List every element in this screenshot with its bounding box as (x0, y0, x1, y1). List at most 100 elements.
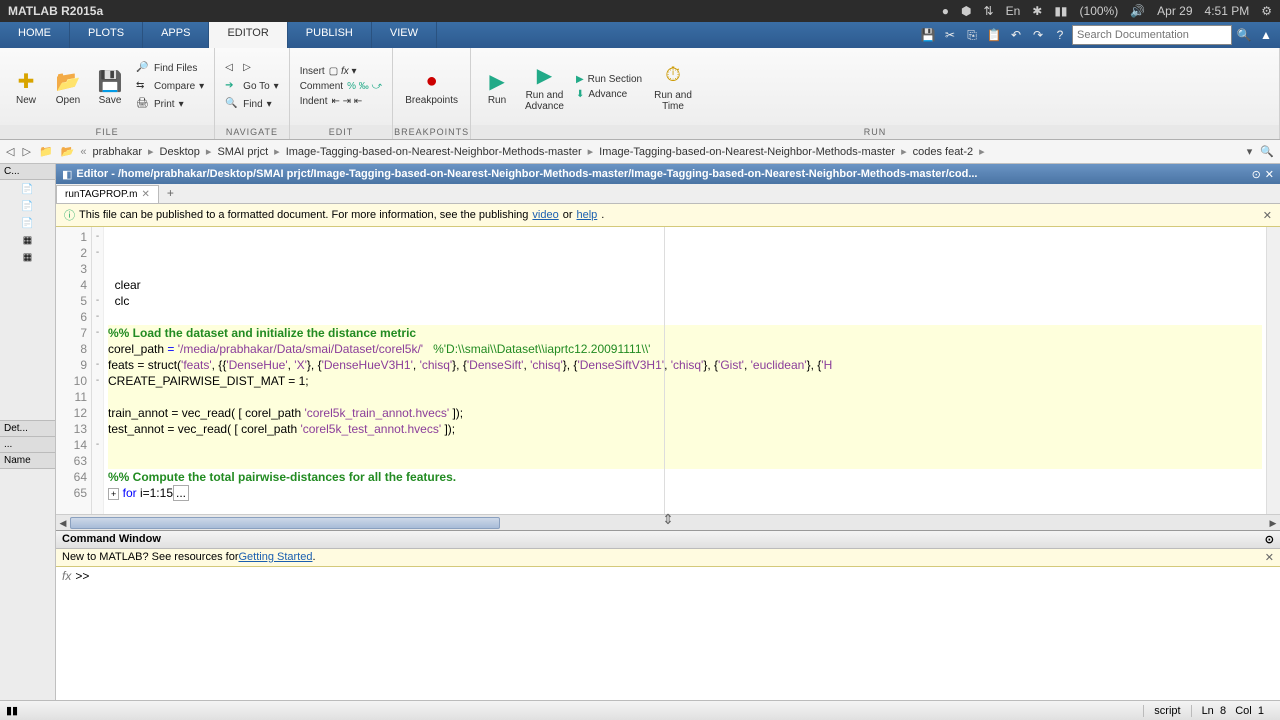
nav-dropdown-icon[interactable]: ▾ (1245, 143, 1255, 160)
ribbon-group-file: ✚New 📂Open 💾Save 🔎Find Files ⇆Compare▾ 🖨… (0, 48, 215, 139)
run-time-button[interactable]: ⏱Run and Time (648, 60, 698, 114)
status-bar: ▮▮ script Ln 8 Col 1 (0, 700, 1280, 720)
tab-apps[interactable]: APPS (143, 22, 209, 48)
paste-icon[interactable]: 📋 (984, 25, 1004, 45)
nav-fwd-icon[interactable]: ▷ (20, 143, 32, 160)
clock-date: Apr 29 (1157, 4, 1192, 18)
file-type-indicator: script (1143, 705, 1190, 717)
new-button[interactable]: ✚New (6, 65, 46, 108)
folder-icon[interactable]: 📄 (21, 218, 33, 229)
minimize-ribbon-icon[interactable]: ▲ (1256, 25, 1276, 45)
nav-back-icon[interactable]: ◁ (4, 143, 16, 160)
horizontal-scrollbar[interactable]: ◀ ▶ ⇕ (56, 514, 1280, 530)
close-tab-icon[interactable]: ✕ (141, 189, 149, 200)
command-input[interactable]: fx>> (56, 567, 1280, 700)
find-button[interactable]: 🔍Find▾ (221, 97, 283, 113)
left-panel: C... 📄 📄 📄 ▦ ▦ Det... ... Name (0, 164, 56, 700)
getting-started-link[interactable]: Getting Started (238, 551, 312, 564)
tab-home[interactable]: HOME (0, 22, 70, 48)
tab-editor[interactable]: EDITOR (209, 22, 287, 48)
run-section-button[interactable]: ▶Run Section (572, 73, 646, 86)
search-icon[interactable]: 🔍 (1234, 25, 1254, 45)
breadcrumb[interactable]: Image-Tagging-based-on-Nearest-Neighbor-… (284, 146, 584, 158)
breadcrumb[interactable]: SMAI prjct (215, 146, 270, 158)
help-quick-icon[interactable]: ? (1050, 25, 1070, 45)
editor-titlebar: ◧ Editor - /home/prabhakar/Desktop/SMAI … (56, 164, 1280, 184)
ribbon-group-breakpoints: ●Breakpoints BREAKPOINTS (393, 48, 471, 139)
tab-plots[interactable]: PLOTS (70, 22, 143, 48)
info-help-link[interactable]: help (577, 209, 598, 221)
breakpoint-gutter[interactable]: -- --- -- - (92, 227, 104, 514)
new-tab-button[interactable]: + (159, 184, 182, 203)
panel-icon[interactable]: ◧ (62, 168, 72, 181)
nav-search-icon[interactable]: 🔍 (1258, 143, 1276, 160)
search-input[interactable] (1072, 25, 1232, 45)
indent-button[interactable]: Indent ⇤ ⇥ ⇤ (296, 95, 387, 108)
advance-button[interactable]: ⬇Advance (572, 88, 646, 101)
battery-pct: (100%) (1080, 4, 1119, 18)
find-files-button[interactable]: 🔎Find Files (132, 61, 208, 77)
busy-indicator: ▮▮ (6, 704, 18, 717)
breadcrumb[interactable]: Image-Tagging-based-on-Nearest-Neighbor-… (597, 146, 897, 158)
sync-icon: ⇅ (984, 4, 994, 18)
open-button[interactable]: 📂Open (48, 65, 88, 108)
system-bar: MATLAB R2015a ● ⬢ ⇅ En ✱ ▮▮ (100%) 🔊 Apr… (0, 0, 1280, 22)
record-icon: ● (942, 4, 949, 18)
splitter-handle-icon[interactable]: ⇕ (662, 511, 674, 528)
undo-icon[interactable]: ↶ (1006, 25, 1026, 45)
cut-icon[interactable]: ✂ (940, 25, 960, 45)
name-header[interactable]: Name (0, 453, 55, 469)
close-hint-icon[interactable]: ✕ (1265, 551, 1274, 564)
folder-icon[interactable]: 📄 (21, 201, 33, 212)
breakpoints-button[interactable]: ●Breakpoints (399, 65, 464, 108)
scroll-thumb[interactable] (70, 517, 500, 529)
info-video-link[interactable]: video (532, 209, 558, 221)
ribbon-group-navigate: ◁▷ ➔Go To▾ 🔍Find▾ NAVIGATE (215, 48, 290, 139)
system-tray: ● ⬢ ⇅ En ✱ ▮▮ (100%) 🔊 Apr 29 4:51 PM ⚙ (942, 4, 1272, 18)
scroll-left-icon[interactable]: ◀ (56, 515, 70, 531)
folder-icon[interactable]: 📂 (59, 143, 77, 160)
clock-time: 4:51 PM (1205, 4, 1250, 18)
run-button[interactable]: ▶Run (477, 65, 517, 108)
folder-icon[interactable]: 📄 (21, 184, 33, 195)
print-button[interactable]: 🖨Print▾ (132, 97, 208, 113)
panel-menu-icon[interactable]: ⊙ (1252, 168, 1261, 181)
compare-button[interactable]: ⇆Compare▾ (132, 79, 208, 95)
nav-left-button[interactable]: ◁▷ (221, 61, 283, 77)
goto-button[interactable]: ➔Go To▾ (221, 79, 283, 95)
comment-button[interactable]: Comment % ‰ ⤻ (296, 80, 387, 93)
code-editor[interactable]: 1234567891011121314636465 -- --- -- - cl… (56, 227, 1280, 514)
details-label: Det... (0, 420, 55, 437)
battery-icon: ▮▮ (1054, 4, 1067, 18)
volume-icon: 🔊 (1130, 4, 1145, 18)
file-tab[interactable]: runTAGPROP.m ✕ (56, 185, 159, 203)
file-tabs: runTAGPROP.m ✕ + (56, 184, 1280, 204)
close-info-icon[interactable]: ✕ (1263, 209, 1272, 222)
insert-button[interactable]: Insert ▢ fx ▾ (296, 65, 387, 78)
lang-indicator[interactable]: En (1006, 4, 1021, 18)
panel-close-icon[interactable]: ✕ (1265, 168, 1274, 181)
copy-icon[interactable]: ⎘ (962, 25, 982, 45)
tab-view[interactable]: VIEW (372, 22, 437, 48)
save-quick-icon[interactable]: 💾 (918, 25, 938, 45)
info-icon: ⓘ (64, 207, 75, 223)
tab-publish[interactable]: PUBLISH (288, 22, 372, 48)
breadcrumb[interactable]: Desktop (158, 146, 202, 158)
address-bar: ◁ ▷ 📁 📂 « prabhakar▸ Desktop▸ SMAI prjct… (0, 140, 1280, 164)
run-advance-button[interactable]: ▶Run and Advance (519, 60, 570, 114)
breadcrumb[interactable]: codes feat-2 (911, 146, 976, 158)
scroll-right-icon[interactable]: ▶ (1266, 515, 1280, 531)
current-folder-label: C... (0, 164, 55, 180)
folder-icon[interactable]: ▦ (23, 235, 32, 246)
redo-icon[interactable]: ↷ (1028, 25, 1048, 45)
breadcrumb[interactable]: prabhakar (90, 146, 144, 158)
bluetooth-icon: ✱ (1032, 4, 1042, 18)
workspace-label: ... (0, 437, 55, 453)
nav-up-icon[interactable]: 📁 (37, 143, 55, 160)
cmd-menu-icon[interactable]: ⊙ (1265, 533, 1274, 546)
overview-ruler[interactable] (1266, 227, 1280, 514)
folder-icon[interactable]: ▦ (23, 252, 32, 263)
save-button[interactable]: 💾Save (90, 65, 130, 108)
code-area[interactable]: clear clc %% Load the dataset and initia… (104, 227, 1266, 514)
gear-icon[interactable]: ⚙ (1261, 4, 1272, 18)
